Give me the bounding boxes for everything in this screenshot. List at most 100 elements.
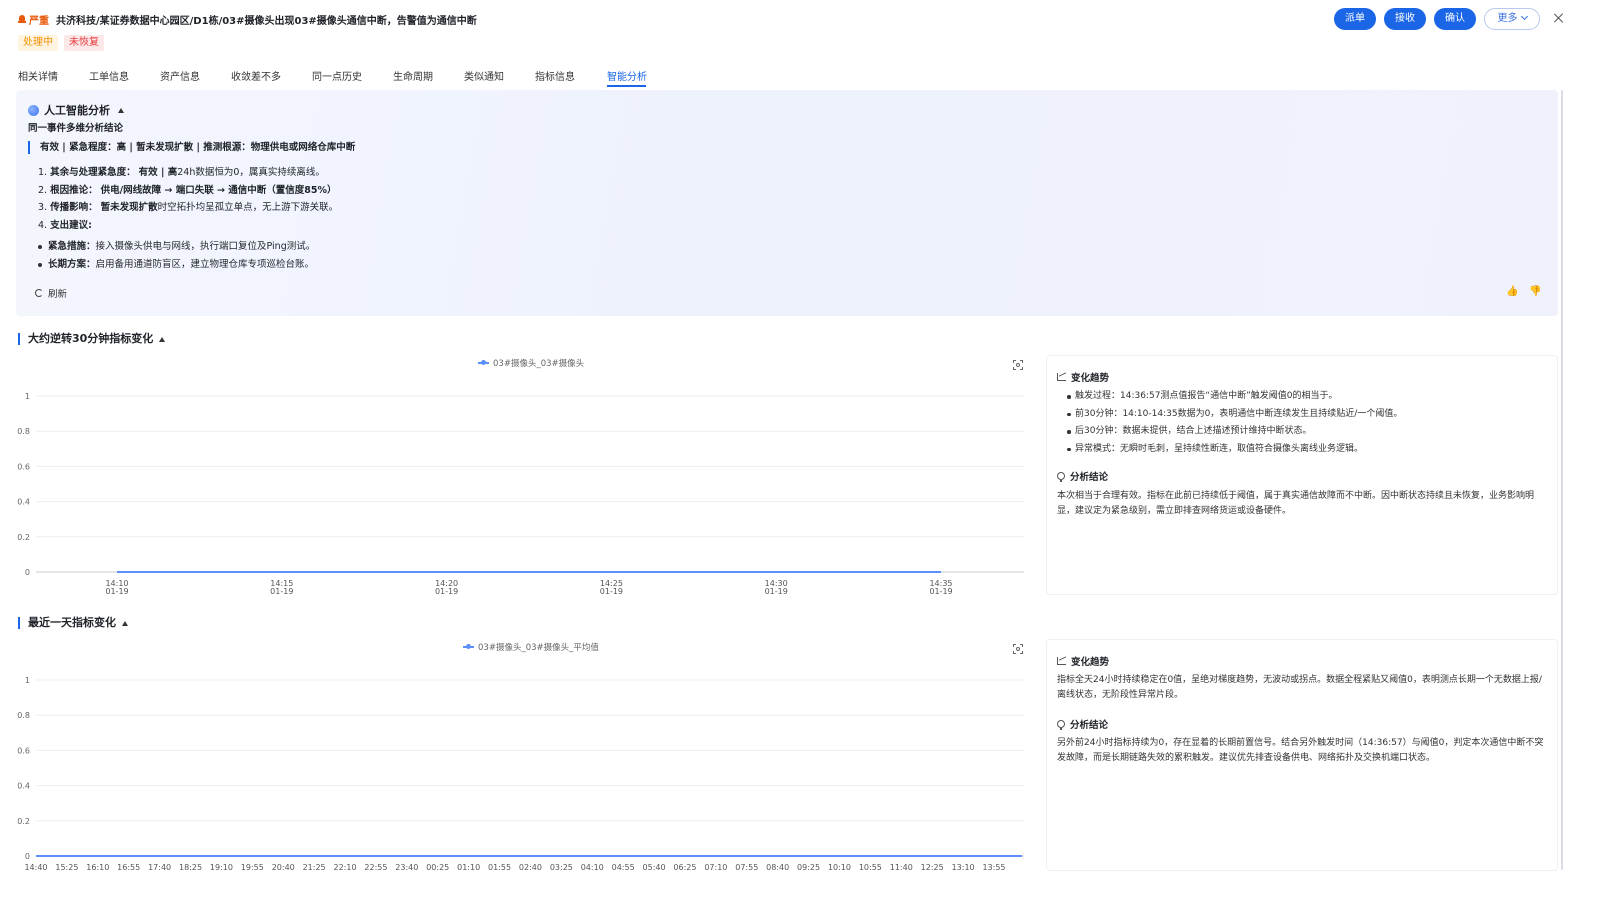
chart-svg: 00.20.40.60.8114:1001-1914:1501-1914:200… (17, 392, 1024, 596)
section-title-1day[interactable]: 最近一天指标变化 (18, 617, 128, 629)
x-tick-label: 01:10 (457, 863, 480, 872)
list-item: 4. 支出建议: (38, 217, 338, 235)
bullet-text: 启用备用通道防盲区，建立物理仓库专项巡检台账。 (95, 259, 315, 270)
x-tick-label: 07:10 (704, 863, 727, 872)
item-bold: 有效 | 高 (138, 167, 178, 178)
x-tick-label: 04:55 (612, 863, 635, 872)
more-button[interactable]: 更多 (1484, 8, 1540, 30)
conclusion-text: 另外前24小时指标持续为0，存在显着的长期前置信号。结合另外触发时间（14:36… (1057, 738, 1544, 763)
ai-numbered-list: 1. 其余与处理紧急度： 有效 | 高24h数据恒为0，属真实持续离线。 2. … (38, 164, 338, 234)
chart-30min: 03#摄像头_03#摄像头 0 0.2 0.4 0.6 0.8 1 14:10 01-19 14… (0, 350, 1040, 600)
item-number: 4. (38, 219, 48, 231)
close-icon[interactable] (1553, 12, 1565, 24)
conclusion-heading: 分析结论 (1057, 717, 1108, 731)
x-tick-label: 20:40 (272, 863, 295, 872)
x-tick-sublabel: 01-19 (435, 587, 458, 596)
list-item: 异常模式：无瞬时毛刺，呈持续性断连，取值符合摄像头离线业务逻辑。 (1067, 441, 1402, 459)
y-tick-label: 0 (25, 568, 30, 577)
ai-panel-subtitle: 同一事件多维分析结论 (28, 123, 124, 134)
trend-chart-icon (1057, 657, 1066, 665)
collapse-arrow-icon[interactable] (159, 336, 166, 342)
x-tick-label: 18:25 (179, 863, 202, 872)
x-tick-label: 23:40 (395, 863, 418, 872)
tab-asset-info[interactable]: 资产信息 (160, 68, 200, 83)
conclusion-heading: 分析结论 (1057, 469, 1108, 483)
bullet-text: 接入摄像头供电与网线，执行端口复位及Ping测试。 (95, 241, 316, 252)
ai-panel-title: 人工智能分析 (44, 104, 110, 117)
x-tick-label: 22:55 (364, 863, 387, 872)
tab-same-point-history[interactable]: 同一点历史 (312, 68, 362, 83)
trend-title: 变化趋势 (1071, 373, 1110, 384)
x-tick-label: 16:10 (86, 863, 109, 872)
detail-tabs: 相关详情 工单信息 资产信息 收敛差不多 同一点历史 生命周期 类似通知 指标信… (0, 64, 1560, 88)
section-title-text: 最近一天指标变化 (28, 616, 116, 629)
y-tick-label: 0.8 (17, 427, 30, 436)
collapse-arrow-icon[interactable] (122, 620, 128, 626)
severity-label: 严重 (29, 16, 49, 27)
x-tick-label: 05:40 (643, 863, 666, 872)
x-tick-label: 10:55 (859, 863, 882, 872)
item-text: 24h数据恒为0，属真实持续离线。 (177, 167, 325, 178)
x-tick-label: 22:10 (334, 863, 357, 872)
refresh-button[interactable]: 刷新 (35, 286, 67, 300)
x-tick-label: 15:25 (55, 863, 78, 872)
x-tick-label: 19:10 (210, 863, 233, 872)
dispatch-button[interactable]: 派单 (1334, 8, 1376, 30)
thumbs-down-icon[interactable]: 👎 (1529, 286, 1541, 297)
x-tick-label: 13:10 (952, 863, 975, 872)
x-tick-sublabel: 01-19 (270, 587, 293, 596)
tab-lifecycle[interactable]: 生命周期 (393, 68, 433, 83)
vertical-scrollbar[interactable] (1561, 90, 1563, 870)
trend-title: 变化趋势 (1071, 657, 1110, 668)
receive-button[interactable]: 接收 (1384, 8, 1426, 30)
list-item: 紧急措施：接入摄像头供电与网线，执行端口复位及Ping测试。 (38, 238, 315, 256)
list-item: 前30分钟：14:10-14:35数据为0，表明通信中断连续发生且持续贴近/一个… (1067, 406, 1402, 424)
tab-metric-info[interactable]: 指标信息 (535, 68, 575, 83)
y-tick-label: 0.6 (17, 462, 30, 471)
tab-work-order[interactable]: 工单信息 (89, 68, 129, 83)
list-item: 2. 根因推论： 供电/网线故障 → 端口失联 → 通信中断（置信度85%） (38, 182, 338, 200)
alarm-header: 严重 共济科技/某证券数据中心园区/D1栋/03#摄像头出现03#摄像头通信中断… (0, 0, 1600, 62)
ai-bullet-list: 紧急措施：接入摄像头供电与网线，执行端口复位及Ping测试。 长期方案：启用备用… (38, 238, 315, 274)
x-tick-label: 07:55 (735, 863, 758, 872)
confirm-button[interactable]: 确认 (1434, 8, 1476, 30)
tab-similar-notice[interactable]: 类似通知 (464, 68, 504, 83)
y-tick-label: 0.6 (17, 746, 30, 755)
trend-list: 触发过程：14:36:57测点值报告“通信中断”触发阈值0的相当于。 前30分钟… (1067, 388, 1402, 458)
y-tick-label: 0.4 (17, 498, 30, 507)
x-tick-label: 17:40 (148, 863, 171, 872)
tab-related-details[interactable]: 相关详情 (18, 68, 58, 83)
x-tick-label: 03:25 (550, 863, 573, 872)
x-tick-label: 16:55 (117, 863, 140, 872)
x-tick-sublabel: 01-19 (929, 587, 952, 596)
side-analysis-1day: 变化趋势 指标全天24小时持续稳定在0值，呈绝对梯度趋势，无波动或拐点。数据全程… (1046, 639, 1558, 871)
thumbs-up-icon[interactable]: 👍 (1506, 286, 1518, 297)
trend-heading: 变化趋势 (1057, 654, 1109, 668)
section-title-30min[interactable]: 大约逆转30分钟指标变化 (18, 333, 166, 345)
list-item: 后30分钟：数据未提供，结合上述描述预计维持中断状态。 (1067, 423, 1402, 441)
y-tick-label: 0.2 (17, 533, 30, 542)
trend-text: 指标全天24小时持续稳定在0值，呈绝对梯度趋势，无波动或拐点。数据全程紧贴又阈值… (1057, 675, 1542, 700)
item-bold: 供电/网线故障 → 端口失联 → 通信中断（置信度85%） (100, 184, 337, 196)
ai-panel-header[interactable]: 人工智能分析 (28, 102, 124, 118)
bell-icon (18, 15, 26, 24)
x-tick-label: 06:25 (673, 863, 696, 872)
x-tick-label: 04:10 (581, 863, 604, 872)
item-label: 根因推论： (50, 184, 98, 196)
tab-smart-analysis[interactable]: 智能分析 (607, 68, 647, 83)
side-analysis-30min: 变化趋势 触发过程：14:36:57测点值报告“通信中断”触发阈值0的相当于。 … (1046, 355, 1558, 595)
y-tick-label: 0 (25, 852, 30, 861)
chart-svg: 0 0.2 0.4 0.6 0.8 1 14:40 15:25 16:10 16:55 17:40 1… (17, 676, 1024, 872)
active-tab-indicator (607, 85, 646, 87)
x-tick-label: 08:40 (766, 863, 789, 872)
status-tag-unrecovered: 未恢复 (64, 35, 104, 51)
lightbulb-icon (1057, 472, 1065, 482)
status-tag-processing: 处理中 (18, 35, 58, 51)
conclusion-title: 分析结论 (1070, 472, 1109, 483)
tab-convergence[interactable]: 收敛差不多 (231, 68, 281, 83)
item-number: 1. (38, 167, 48, 178)
item-label: 支出建议: (50, 219, 92, 231)
collapse-arrow-icon[interactable] (118, 107, 124, 113)
chevron-down-icon (1520, 12, 1528, 21)
list-item: 1. 其余与处理紧急度： 有效 | 高24h数据恒为0，属真实持续离线。 (38, 164, 338, 182)
